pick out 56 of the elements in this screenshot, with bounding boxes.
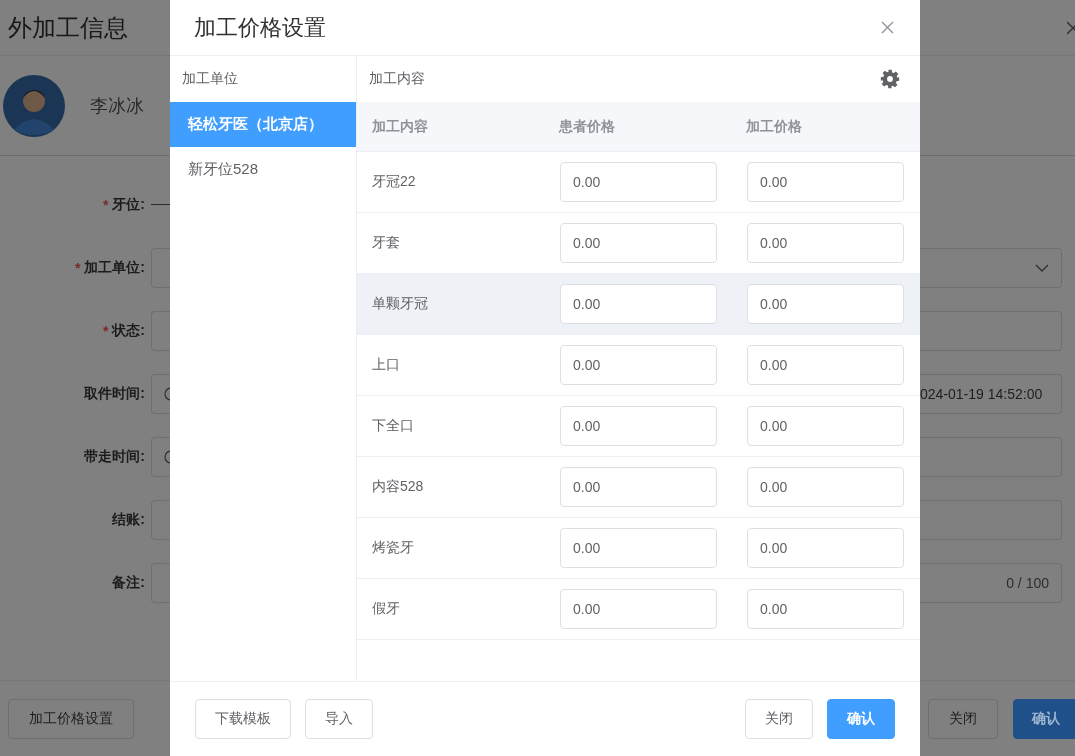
price-input[interactable]: 0.00: [747, 467, 904, 507]
price-input[interactable]: 0.00: [560, 345, 717, 385]
price-input[interactable]: 0.00: [560, 589, 717, 629]
close-button[interactable]: 关闭: [928, 698, 998, 739]
settings-icon[interactable]: [880, 69, 900, 89]
price-input[interactable]: 0.00: [560, 528, 717, 568]
form-label: 结账:: [112, 510, 145, 529]
input-field[interactable]: [920, 310, 1062, 351]
unit-item[interactable]: 新牙位528: [170, 147, 356, 192]
column-header: 加工价格: [731, 102, 920, 152]
page-title: 外加工信息: [8, 12, 128, 43]
price-input[interactable]: 0.00: [747, 345, 904, 385]
price-input[interactable]: 0.00: [747, 406, 904, 446]
price-input[interactable]: 0.00: [747, 162, 904, 202]
column-header: 患者价格: [544, 102, 731, 152]
price-input[interactable]: 0.00: [747, 589, 904, 629]
column-header: 加工内容: [357, 102, 544, 152]
input-field[interactable]: [920, 499, 1062, 540]
form-label: 牙位:: [112, 195, 145, 214]
dash-line: [151, 204, 170, 205]
patient-name: 李冰冰: [90, 94, 144, 118]
avatar-icon: [2, 73, 66, 138]
panel-header: 加工单位: [181, 69, 239, 88]
price-input[interactable]: 0.00: [560, 467, 717, 507]
required-mark: *: [102, 196, 109, 213]
close-icon[interactable]: [881, 21, 894, 34]
price-input[interactable]: 0.00: [747, 284, 904, 324]
form-label: 取件时间:: [84, 384, 145, 403]
price-input[interactable]: 0.00: [747, 528, 904, 568]
close-icon[interactable]: [1067, 20, 1075, 35]
field-value: 024-01-19 14:52:00: [920, 385, 1043, 402]
input-field[interactable]: 024-01-19 14:52:00: [920, 373, 1062, 414]
table-cell: 单颗牙冠: [357, 274, 544, 335]
price-input[interactable]: 0.00: [560, 162, 717, 202]
price-input[interactable]: 0.00: [560, 284, 717, 324]
footer-button[interactable]: 下载模板: [195, 699, 291, 739]
form-label: 状态:: [112, 321, 145, 340]
price-input[interactable]: 0.00: [560, 223, 717, 263]
chevron-down-icon: [1035, 263, 1049, 272]
panel-header: 加工内容: [369, 70, 425, 88]
confirm-button[interactable]: 确认: [1013, 698, 1075, 739]
char-counter: 0 / 100: [1006, 574, 1049, 591]
input-field[interactable]: [920, 436, 1062, 477]
form-label: 加工单位:: [84, 258, 145, 277]
required-mark: *: [74, 259, 81, 276]
input-field[interactable]: [920, 247, 1062, 288]
close-button[interactable]: 关闭: [745, 699, 813, 739]
form-label: 备注:: [112, 573, 145, 592]
dialog-title: 加工价格设置: [194, 13, 326, 42]
input-field[interactable]: 0 / 100: [920, 562, 1062, 603]
form-label: 带走时间:: [84, 447, 145, 466]
price-settings-button[interactable]: 加工价格设置: [8, 698, 134, 739]
required-mark: *: [102, 322, 109, 339]
price-input[interactable]: 0.00: [560, 406, 717, 446]
price-input[interactable]: 0.00: [747, 223, 904, 263]
footer-button[interactable]: 导入: [305, 699, 373, 739]
